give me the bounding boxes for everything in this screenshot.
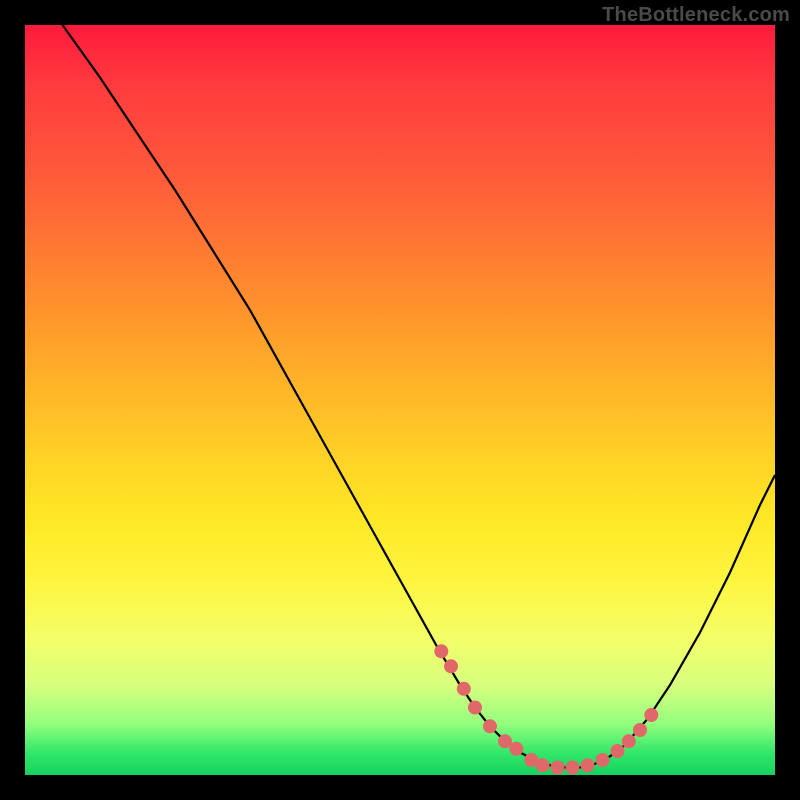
marker-dot — [444, 659, 458, 673]
marker-dot — [596, 753, 610, 767]
chart-svg — [25, 25, 775, 775]
marker-group — [434, 644, 658, 774]
marker-dot — [551, 761, 565, 775]
marker-dot — [644, 708, 658, 722]
marker-dot — [457, 682, 471, 696]
marker-dot — [468, 701, 482, 715]
marker-dot — [434, 644, 448, 658]
marker-dot — [611, 744, 625, 758]
marker-dot — [483, 719, 497, 733]
marker-dot — [581, 758, 595, 772]
watermark-text: TheBottleneck.com — [602, 4, 790, 27]
marker-dot — [536, 758, 550, 772]
marker-dot — [633, 723, 647, 737]
plot-area — [25, 25, 775, 775]
marker-dot — [622, 734, 636, 748]
marker-dot — [566, 761, 580, 775]
marker-dot — [509, 742, 523, 756]
bottleneck-curve — [63, 25, 776, 768]
chart-frame: TheBottleneck.com — [0, 0, 800, 800]
